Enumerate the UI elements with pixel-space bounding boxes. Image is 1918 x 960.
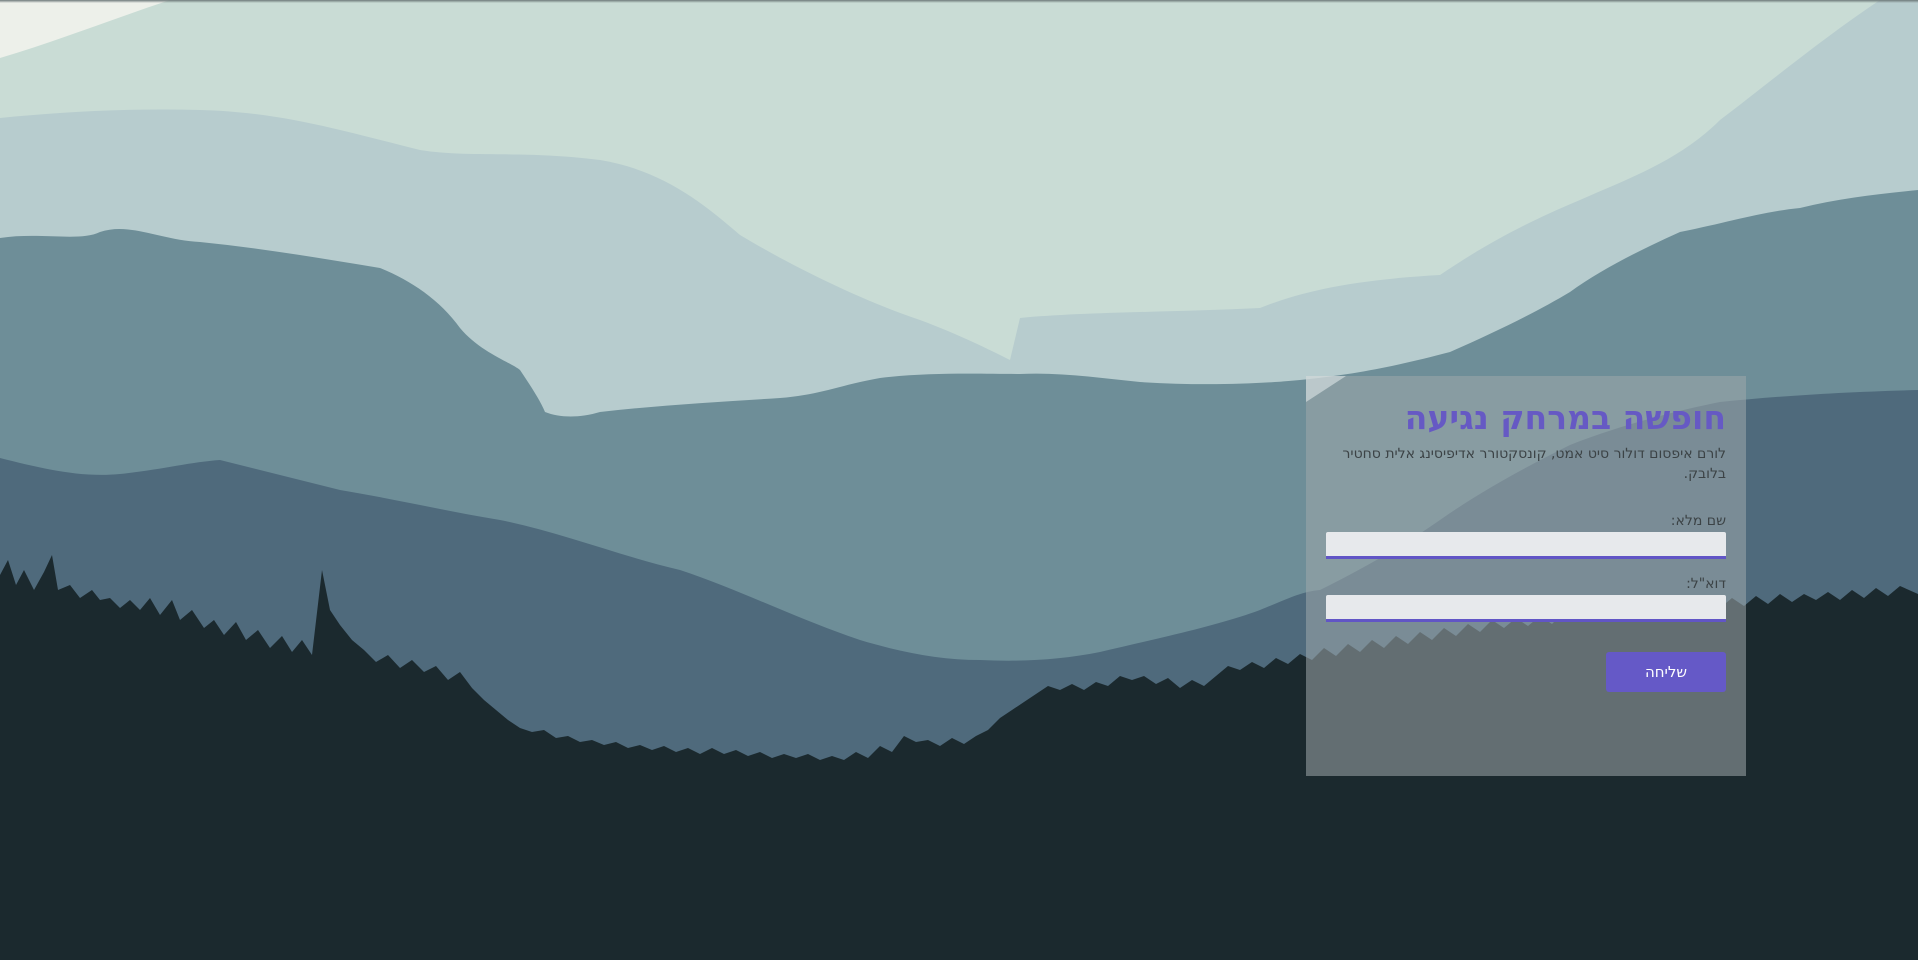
email-label: דוא"ל: [1686,576,1726,592]
form-subtitle: לורם איפסום דולור סיט אמט, קונסקטורר אדי… [1342,446,1726,482]
top-shadow [0,0,1918,3]
panel-corner-highlight [1306,376,1346,402]
submit-button[interactable]: שליחה [1606,652,1726,692]
full-name-field-group: שם מלא: [1326,512,1726,559]
contact-form-panel: חופשה במרחק נגיעה לורם איפסום דולור סיט … [1306,376,1746,776]
full-name-input[interactable] [1326,532,1726,559]
full-name-label: שם מלא: [1670,513,1726,529]
email-field-group: דוא"ל: [1326,575,1726,622]
email-input[interactable] [1326,595,1726,622]
form-title: חופשה במרחק נגיעה [1404,398,1726,437]
